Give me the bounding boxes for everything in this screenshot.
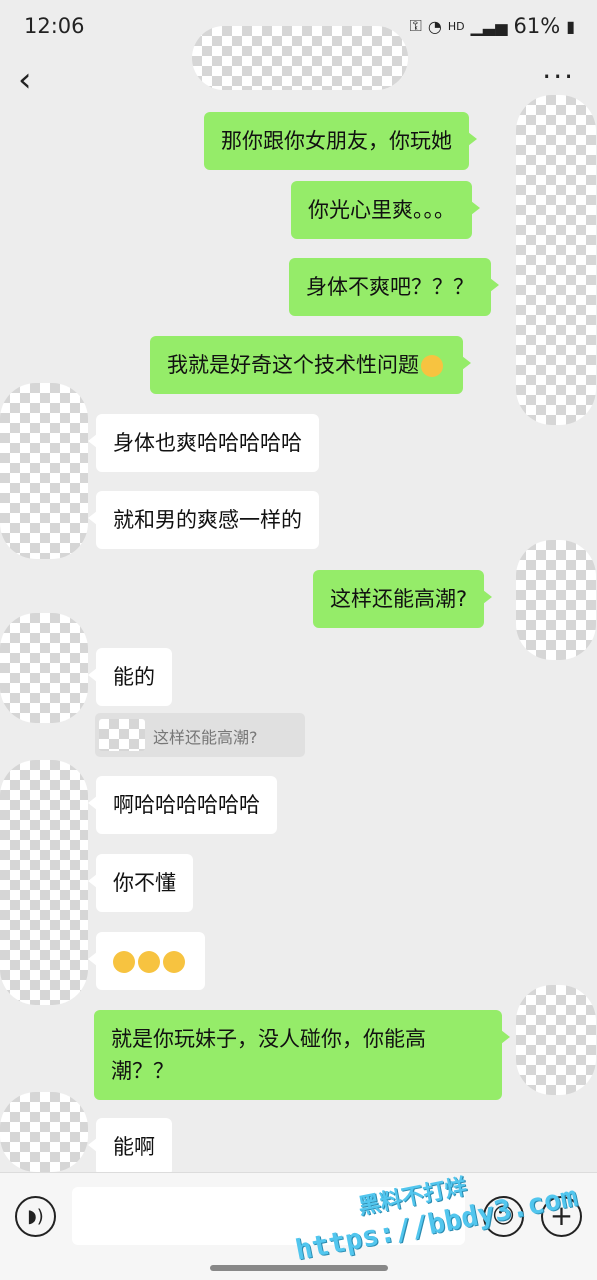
more-options-button[interactable]: ··· [542,60,575,93]
signal-icon: ▁▃▅ [470,16,508,36]
my-avatar [516,985,596,1095]
smirking-face-emoji [113,951,135,973]
message-bubble-outgoing[interactable]: 就是你玩妹子，没人碰你，你能高 潮？？ [94,1010,510,1100]
hd-icon: HD [447,19,465,33]
input-bar: ◗) ☺ + [0,1172,597,1280]
contact-avatar [0,760,88,1005]
message-bubble-incoming[interactable]: 能啊 [88,1118,172,1176]
home-indicator[interactable] [210,1265,388,1271]
plus-icon[interactable]: + [541,1196,582,1237]
contact-avatar [0,383,88,559]
message-bubble-incoming[interactable]: 能的 [88,648,172,706]
battery-level: 61% [513,14,561,38]
chevron-left-icon[interactable]: ‹ [18,60,32,100]
smirking-face-emoji [163,951,185,973]
contact-name-redacted [192,26,408,90]
quote-avatar-redacted [99,719,145,751]
flushed-face-emoji [421,355,443,377]
wifi-icon: ◔ [427,16,442,36]
message-bubble-outgoing[interactable]: 这样还能高潮? [313,570,493,628]
emoji-icon[interactable]: ☺ [483,1196,524,1237]
battery-icon: ▮ [566,16,575,36]
contact-avatar [0,613,88,723]
message-bubble-outgoing[interactable]: 身体不爽吧？？？ [289,258,499,316]
message-bubble-outgoing[interactable]: 那你跟你女朋友，你玩她 [204,112,477,170]
message-bubble-incoming[interactable] [88,932,205,990]
message-bubble-incoming[interactable]: 身体也爽哈哈哈哈哈 [88,414,319,472]
message-bubble-incoming[interactable]: 啊哈哈哈哈哈哈 [88,776,277,834]
quote-text: 这样还能高潮? [153,728,258,747]
voice-icon[interactable]: ◗) [15,1196,56,1237]
my-avatar [516,540,596,660]
key-icon: ⚿ [409,16,422,35]
contact-avatar [0,1092,88,1172]
smirking-face-emoji [138,951,160,973]
my-avatar [516,95,596,425]
message-bubble-incoming[interactable]: 就和男的爽感一样的 [88,491,319,549]
quoted-message[interactable]: 这样还能高潮? [95,713,305,757]
message-bubble-incoming[interactable]: 你不懂 [88,854,193,912]
status-time: 12:06 [24,14,85,38]
message-bubble-outgoing[interactable]: 你光心里爽。。。 [291,181,480,239]
status-icons: ⚿ ◔ HD ▁▃▅ 61% ▮ [410,14,575,38]
message-input[interactable] [72,1187,465,1245]
message-bubble-outgoing[interactable]: 我就是好奇这个技术性问题 [150,336,471,394]
